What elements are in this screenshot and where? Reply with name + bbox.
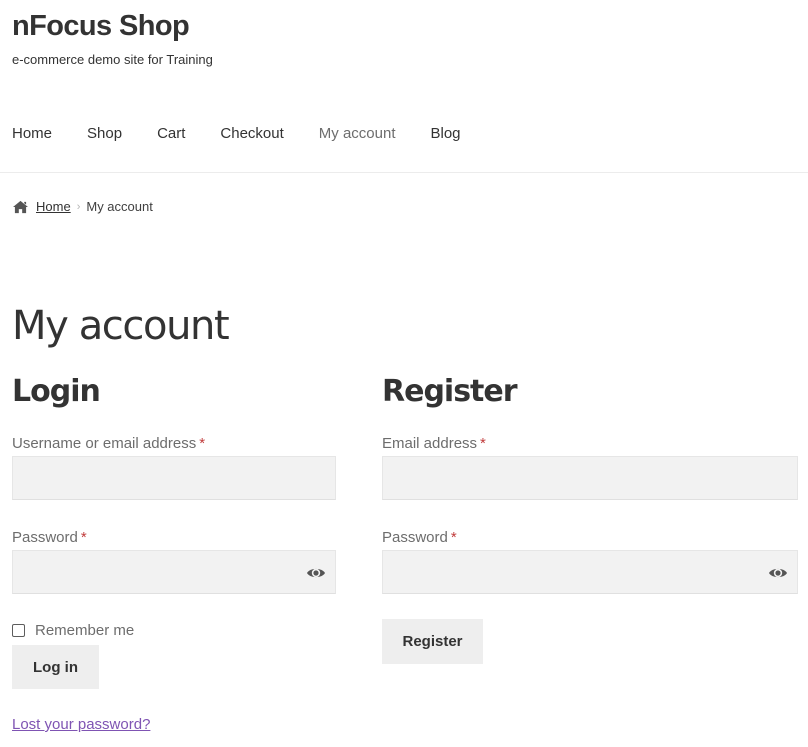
site-description: e-commerce demo site for Training	[12, 52, 213, 67]
login-password-input[interactable]	[12, 550, 336, 594]
required-marker: *	[480, 435, 486, 452]
lost-password-link[interactable]: Lost your password?	[12, 716, 150, 733]
primary-navigation: Home Shop Cart Checkout My account Blog	[12, 123, 496, 145]
login-password-label: Password *	[12, 528, 87, 548]
show-password-icon[interactable]	[306, 564, 326, 582]
show-password-icon[interactable]	[768, 564, 788, 582]
required-marker: *	[199, 435, 206, 452]
remember-me[interactable]: Remember me	[12, 622, 134, 639]
email-label-text: Email address	[382, 435, 478, 452]
required-marker: *	[450, 529, 457, 546]
register-password-label: Password *	[382, 528, 457, 548]
remember-me-checkbox[interactable]	[12, 624, 25, 637]
register-email-input[interactable]	[382, 456, 798, 500]
login-button[interactable]: Log in	[12, 645, 99, 689]
register-title: Register	[382, 374, 518, 409]
site-title[interactable]: nFocus Shop	[12, 10, 190, 43]
login-title: Login	[12, 374, 101, 409]
register-button[interactable]: Register	[382, 619, 483, 664]
breadcrumb-current: My account	[86, 199, 153, 214]
nav-shop[interactable]: Shop	[87, 123, 122, 145]
header-divider	[0, 172, 808, 173]
username-label: Username or email address *	[12, 434, 205, 454]
breadcrumb-home-link[interactable]: Home	[36, 199, 71, 214]
remember-me-label: Remember me	[35, 622, 135, 639]
nav-my-account[interactable]: My account	[319, 123, 396, 145]
username-label-text: Username or email address	[12, 435, 197, 452]
login-password-label-text: Password	[12, 529, 78, 546]
required-marker: *	[80, 529, 87, 546]
page-title: My account	[12, 303, 230, 349]
breadcrumb: Home › My account	[12, 199, 153, 214]
nav-blog[interactable]: Blog	[430, 123, 460, 145]
username-input[interactable]	[12, 456, 336, 500]
nav-home[interactable]: Home	[12, 123, 52, 145]
home-icon	[13, 200, 28, 213]
email-label: Email address *	[382, 434, 486, 454]
nav-cart[interactable]: Cart	[157, 123, 185, 145]
register-password-input[interactable]	[382, 550, 798, 594]
breadcrumb-separator: ›	[76, 200, 81, 213]
register-password-label-text: Password	[382, 529, 448, 546]
nav-checkout[interactable]: Checkout	[220, 123, 283, 145]
